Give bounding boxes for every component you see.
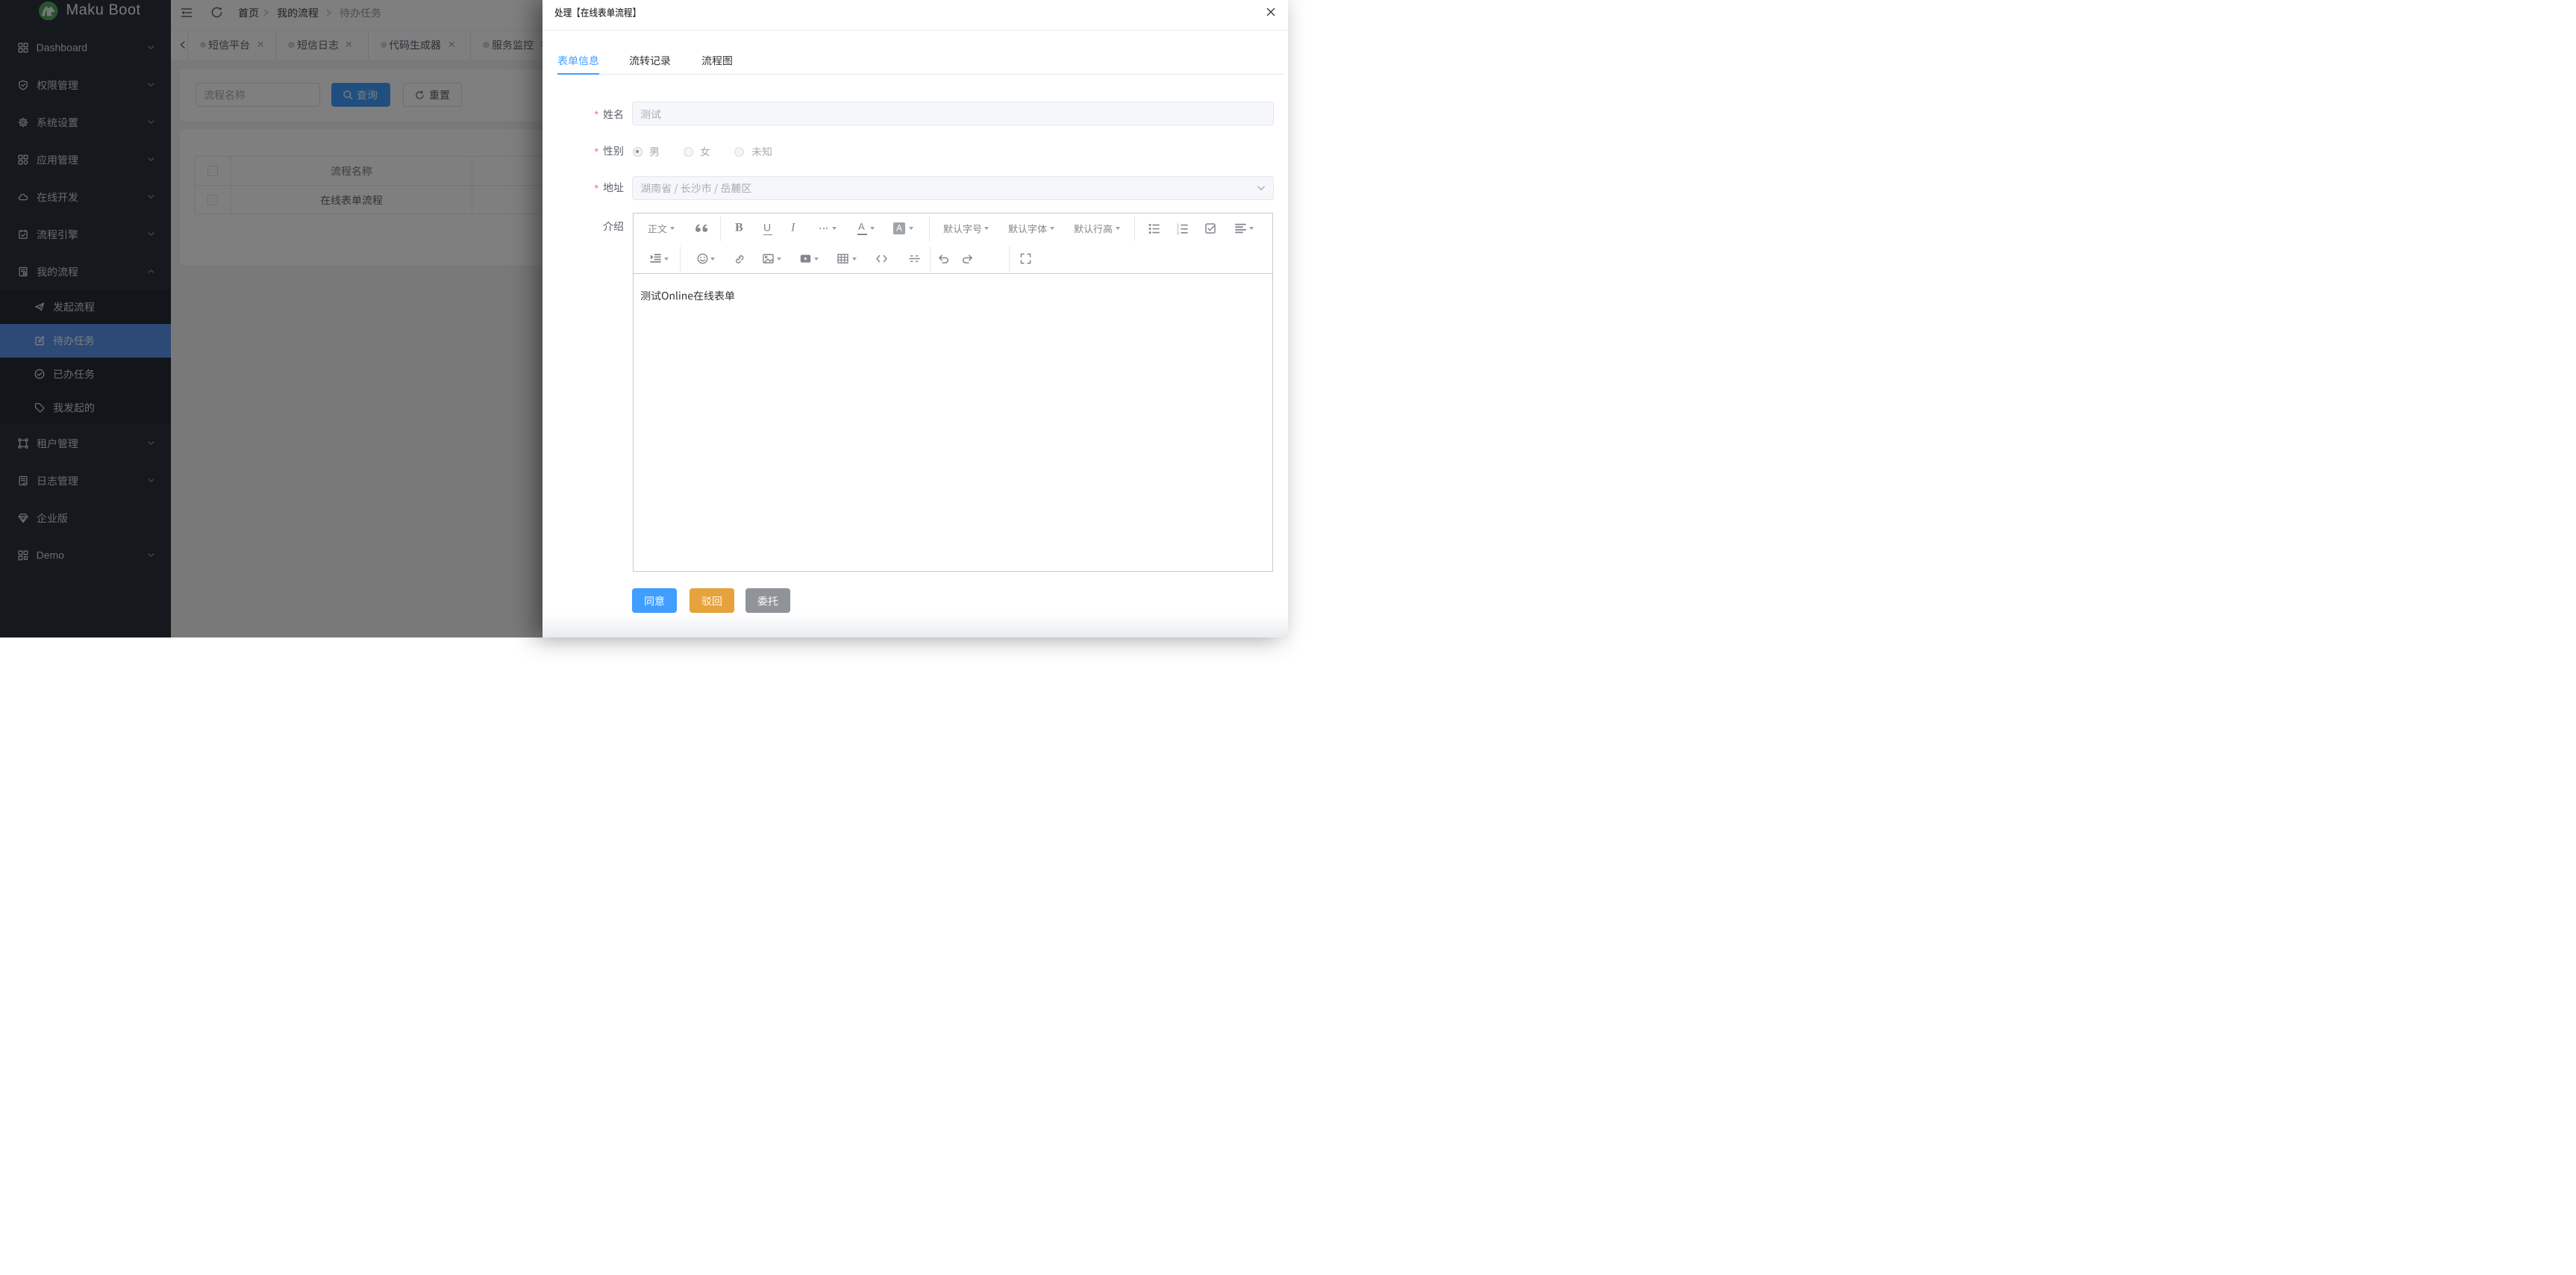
svg-text:3: 3 [1177,231,1179,234]
